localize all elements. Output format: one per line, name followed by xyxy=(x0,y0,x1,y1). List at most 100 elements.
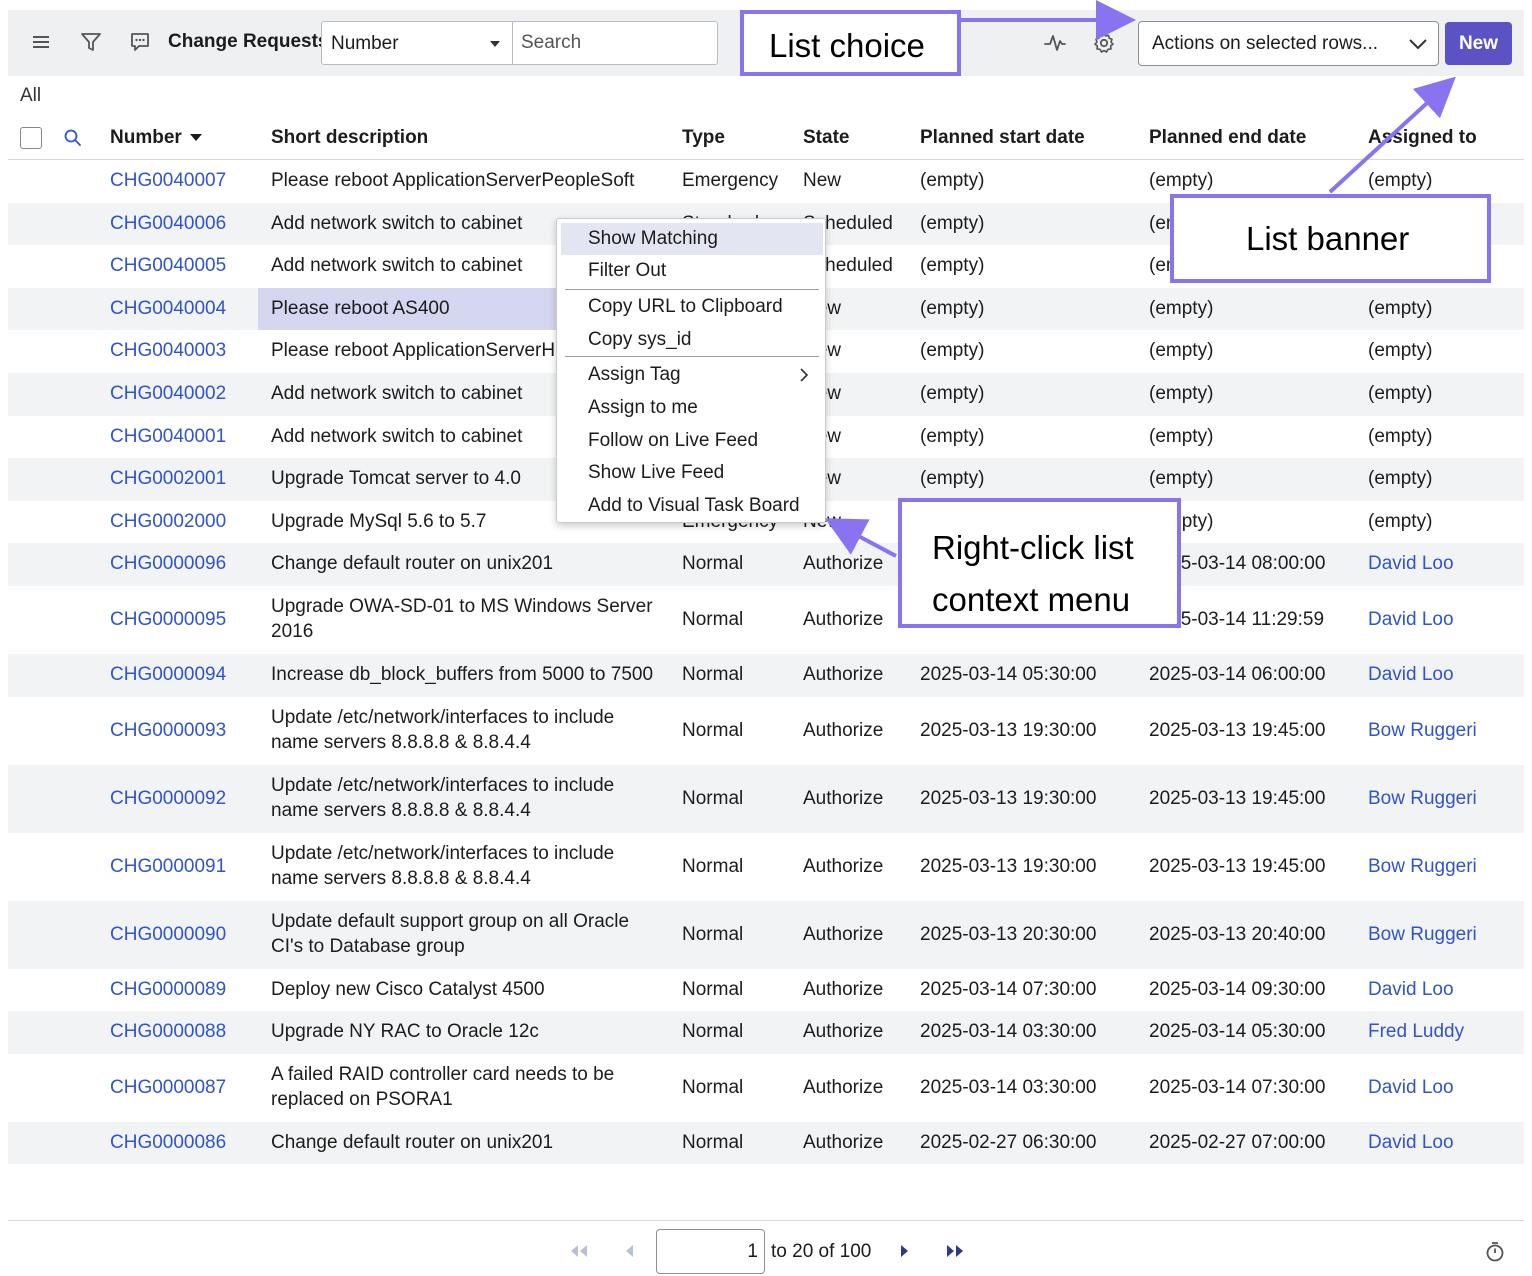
assigned-to-link[interactable]: David Loo xyxy=(1368,607,1454,632)
table-row[interactable]: CHG0000089 Deploy new Cisco Catalyst 4500… xyxy=(8,969,1524,1012)
planned-start-value: 2025-03-13 19:30:00 xyxy=(920,787,1097,809)
table-row[interactable]: CHG0000096 Change default router on unix2… xyxy=(8,543,1524,586)
record-number-link[interactable]: CHG0040002 xyxy=(110,381,226,406)
activity-pulse-icon[interactable] xyxy=(1043,32,1067,54)
next-page-icon[interactable] xyxy=(899,1243,911,1259)
search-icon[interactable] xyxy=(63,128,83,148)
record-number-link[interactable]: CHG0000095 xyxy=(110,607,226,632)
type-value: Normal xyxy=(682,609,744,630)
assigned-to-link[interactable]: Bow Ruggeri xyxy=(1368,854,1477,879)
context-menu-item[interactable]: Assign Tag xyxy=(561,359,823,391)
column-header-type[interactable]: Type xyxy=(682,127,725,149)
table-row[interactable]: CHG0000094 Increase db_block_buffers from… xyxy=(8,654,1524,697)
short-description: A failed RAID controller card needs to b… xyxy=(271,1062,666,1112)
context-menu-item[interactable]: Filter Out xyxy=(561,255,823,287)
record-number-link[interactable]: CHG0000087 xyxy=(110,1075,226,1100)
record-number-link[interactable]: CHG0000090 xyxy=(110,922,226,947)
state-value: Authorize xyxy=(803,719,884,741)
record-number-link[interactable]: CHG0000094 xyxy=(110,662,226,687)
table-row[interactable]: CHG0000088 Upgrade NY RAC to Oracle 12c No… xyxy=(8,1011,1524,1054)
menu-separator xyxy=(565,289,819,290)
previous-page-icon[interactable] xyxy=(623,1243,635,1259)
table-row[interactable]: CHG0000090 Update default support group o… xyxy=(8,900,1524,969)
search-input[interactable] xyxy=(512,21,718,65)
table-row[interactable]: CHG0000087 A failed RAID controller card … xyxy=(8,1054,1524,1122)
planned-end-value: 2025-03-14 09:30:00 xyxy=(1149,978,1326,1000)
context-menu-item[interactable]: Copy sys_id xyxy=(561,324,823,356)
planned-end-value: 2025-03-14 06:00:00 xyxy=(1149,664,1326,685)
menu-icon[interactable] xyxy=(32,33,50,51)
context-menu-item[interactable]: Show Matching xyxy=(561,223,823,255)
column-header-state[interactable]: State xyxy=(803,127,849,149)
short-description: Update default support group on all Orac… xyxy=(271,909,666,959)
context-menu-item[interactable]: Copy URL to Clipboard xyxy=(561,291,823,323)
column-header-number[interactable]: Number xyxy=(110,127,202,149)
callout-list-banner: List banner xyxy=(1170,194,1491,283)
record-number-link[interactable]: CHG0000091 xyxy=(110,854,226,879)
description-line: A failed RAID controller card needs to b… xyxy=(271,1063,615,1085)
assigned-to-link[interactable]: David Loo xyxy=(1368,1130,1454,1155)
record-number-link[interactable]: CHG0040005 xyxy=(110,253,226,278)
description-line: Please reboot ApplicationServerPeopleSof… xyxy=(271,170,635,191)
planned-end-value: (empty) xyxy=(1149,425,1214,447)
table-row[interactable]: CHG0000093 Update /etc/network/interfaces… xyxy=(8,697,1524,765)
assigned-to-link[interactable]: David Loo xyxy=(1368,551,1454,576)
record-number-link[interactable]: CHG0040004 xyxy=(110,296,226,321)
assigned-to-link[interactable]: Bow Ruggeri xyxy=(1368,786,1477,811)
context-menu-item[interactable]: Show Live Feed xyxy=(561,457,823,489)
record-number-link[interactable]: CHG0002000 xyxy=(110,509,226,534)
context-menu-label: Assign to me xyxy=(588,397,698,418)
assigned-to-link[interactable]: David Loo xyxy=(1368,1075,1454,1100)
record-number-link[interactable]: CHG0002001 xyxy=(110,466,226,491)
last-page-icon[interactable] xyxy=(944,1243,966,1259)
record-number-link[interactable]: CHG0000086 xyxy=(110,1130,226,1155)
column-header-planned-start-date[interactable]: Planned start date xyxy=(920,127,1085,149)
table-row[interactable]: CHG0000086 Change default router on unix2… xyxy=(8,1121,1524,1165)
record-number-link[interactable]: CHG0000088 xyxy=(110,1019,226,1044)
assigned-to-link[interactable]: David Loo xyxy=(1368,977,1454,1002)
record-number-link[interactable]: CHG0000093 xyxy=(110,718,226,743)
breadcrumb[interactable]: All xyxy=(20,85,41,107)
assigned-to-link[interactable]: Bow Ruggeri xyxy=(1368,718,1477,743)
page-number-input[interactable] xyxy=(656,1229,765,1274)
menu-separator xyxy=(565,356,819,357)
short-description: Upgrade NY RAC to Oracle 12c xyxy=(271,1019,666,1044)
column-header-short-description[interactable]: Short description xyxy=(271,127,428,149)
actions-select[interactable]: Actions on selected rows... xyxy=(1138,21,1439,66)
filter-icon[interactable] xyxy=(80,31,102,53)
gear-icon[interactable] xyxy=(1092,31,1116,55)
state-value: Authorize xyxy=(803,923,884,945)
conversation-icon[interactable] xyxy=(129,31,151,53)
column-header-assigned-to[interactable]: Assigned to xyxy=(1368,127,1477,149)
stopwatch-icon[interactable] xyxy=(1485,1241,1505,1263)
search-field-select[interactable]: Number xyxy=(321,21,513,65)
record-number-link[interactable]: CHG0040001 xyxy=(110,424,226,449)
planned-end-value: (empty) xyxy=(1149,340,1214,362)
record-number-link[interactable]: CHG0040003 xyxy=(110,338,226,363)
short-description: Change default router on unix201 xyxy=(271,1130,666,1155)
record-number-link[interactable]: CHG0040006 xyxy=(110,211,226,236)
select-all-checkbox[interactable] xyxy=(20,127,42,149)
first-page-icon[interactable] xyxy=(568,1243,590,1259)
record-number-link[interactable]: CHG0040007 xyxy=(110,168,226,193)
assigned-to-link[interactable]: Bow Ruggeri xyxy=(1368,922,1477,947)
record-number-link[interactable]: CHG0000089 xyxy=(110,977,226,1002)
table-row[interactable]: CHG0000092 Update /etc/network/interfaces… xyxy=(8,764,1524,833)
chevron-right-icon xyxy=(800,368,809,382)
context-menu-item[interactable]: Follow on Live Feed xyxy=(561,425,823,457)
type-value: Normal xyxy=(682,787,744,809)
state-value: Authorize xyxy=(803,1076,884,1098)
state-value: New xyxy=(803,170,842,191)
description-line: CI's to Database group xyxy=(271,935,465,957)
column-header-planned-end-date[interactable]: Planned end date xyxy=(1149,127,1306,149)
record-number-link[interactable]: CHG0000096 xyxy=(110,551,226,576)
assigned-to-link[interactable]: David Loo xyxy=(1368,662,1454,687)
assigned-to-link[interactable]: Fred Luddy xyxy=(1368,1019,1464,1044)
table-row[interactable]: CHG0000095 Upgrade OWA-SD-01 to MS Window… xyxy=(8,586,1524,654)
table-row[interactable]: CHG0000091 Update /etc/network/interfaces… xyxy=(8,833,1524,901)
context-menu-item[interactable]: Assign to me xyxy=(561,392,823,424)
new-button[interactable]: New xyxy=(1445,22,1512,65)
record-number-link[interactable]: CHG0000092 xyxy=(110,786,226,811)
short-description: Please reboot ApplicationServerPeopleSof… xyxy=(271,168,666,193)
context-menu-item[interactable]: Add to Visual Task Board xyxy=(561,490,823,522)
